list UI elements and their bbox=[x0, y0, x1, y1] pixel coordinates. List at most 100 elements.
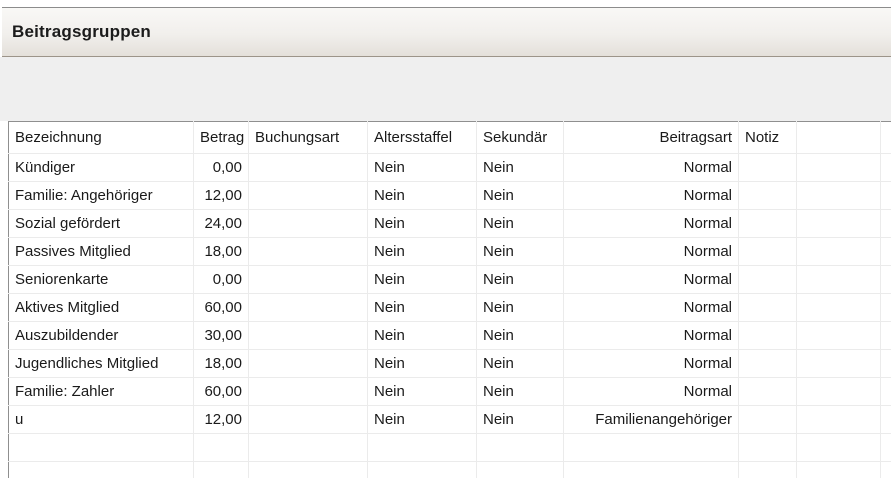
cell-buchungsart bbox=[249, 406, 368, 434]
cell-betrag: 18,00 bbox=[194, 350, 249, 378]
cell-betrag: 30,00 bbox=[194, 322, 249, 350]
cell-sekundaer: Nein bbox=[477, 406, 564, 434]
column-header-buchungsart[interactable]: Buchungsart bbox=[249, 122, 368, 154]
cell-bezeichnung: Sozial gefördert bbox=[9, 210, 194, 238]
table-row[interactable]: Familie: Angehöriger 12,00 Nein Nein Nor… bbox=[9, 182, 891, 210]
table-row[interactable]: Passives Mitglied 18,00 Nein Nein Normal bbox=[9, 238, 891, 266]
view-titlebar: Beitragsgruppen bbox=[2, 7, 891, 57]
cell-beitragsart: Normal bbox=[564, 238, 739, 266]
beitragsgruppen-table: Bezeichnung Betrag Buchungsart Alterssta… bbox=[8, 121, 891, 478]
cell-altersstaffel: Nein bbox=[368, 154, 477, 182]
cell-notiz bbox=[739, 322, 797, 350]
cell-empty bbox=[9, 434, 194, 462]
cell-empty bbox=[9, 462, 194, 478]
cell-notiz bbox=[739, 210, 797, 238]
cell-sekundaer: Nein bbox=[477, 154, 564, 182]
cell-filler bbox=[797, 266, 881, 294]
column-header-filler bbox=[797, 122, 881, 154]
cell-notiz bbox=[739, 238, 797, 266]
cell-empty bbox=[739, 434, 797, 462]
cell-altersstaffel: Nein bbox=[368, 406, 477, 434]
table-row[interactable]: Familie: Zahler 60,00 Nein Nein Normal bbox=[9, 378, 891, 406]
cell-empty bbox=[368, 434, 477, 462]
cell-sekundaer: Nein bbox=[477, 210, 564, 238]
table-row-empty[interactable] bbox=[9, 434, 891, 462]
cell-filler bbox=[797, 154, 881, 182]
page-title: Beitragsgruppen bbox=[2, 22, 151, 42]
table-row[interactable]: Auszubildender 30,00 Nein Nein Normal bbox=[9, 322, 891, 350]
cell-notiz bbox=[739, 406, 797, 434]
column-header-betrag[interactable]: Betrag bbox=[194, 122, 249, 154]
column-header-sekundaer[interactable]: Sekundär bbox=[477, 122, 564, 154]
cell-bezeichnung: Familie: Angehöriger bbox=[9, 182, 194, 210]
table-row[interactable]: Sozial gefördert 24,00 Nein Nein Normal bbox=[9, 210, 891, 238]
table-row[interactable]: Seniorenkarte 0,00 Nein Nein Normal bbox=[9, 266, 891, 294]
cell-beitragsart: Normal bbox=[564, 154, 739, 182]
cell-sekundaer: Nein bbox=[477, 294, 564, 322]
cell-filler-edge bbox=[881, 154, 891, 182]
table-header-row: Bezeichnung Betrag Buchungsart Alterssta… bbox=[9, 122, 891, 154]
cell-empty bbox=[564, 434, 739, 462]
cell-notiz bbox=[739, 154, 797, 182]
cell-altersstaffel: Nein bbox=[368, 266, 477, 294]
column-header-altersstaffel[interactable]: Altersstaffel bbox=[368, 122, 477, 154]
cell-sekundaer: Nein bbox=[477, 378, 564, 406]
column-header-filler-edge bbox=[881, 122, 891, 154]
cell-sekundaer: Nein bbox=[477, 350, 564, 378]
cell-bezeichnung: Jugendliches Mitglied bbox=[9, 350, 194, 378]
cell-buchungsart bbox=[249, 350, 368, 378]
cell-bezeichnung: u bbox=[9, 406, 194, 434]
cell-buchungsart bbox=[249, 238, 368, 266]
cell-beitragsart: Normal bbox=[564, 294, 739, 322]
column-header-bezeichnung[interactable]: Bezeichnung bbox=[9, 122, 194, 154]
cell-filler bbox=[797, 182, 881, 210]
cell-sekundaer: Nein bbox=[477, 322, 564, 350]
cell-betrag: 60,00 bbox=[194, 378, 249, 406]
cell-filler-edge bbox=[881, 406, 891, 434]
cell-filler-edge bbox=[881, 378, 891, 406]
cell-filler bbox=[797, 406, 881, 434]
cell-sekundaer: Nein bbox=[477, 182, 564, 210]
cell-altersstaffel: Nein bbox=[368, 238, 477, 266]
table-row[interactable]: u 12,00 Nein Nein Familienangehöriger bbox=[9, 406, 891, 434]
cell-altersstaffel: Nein bbox=[368, 210, 477, 238]
cell-filler-edge bbox=[881, 266, 891, 294]
cell-empty bbox=[477, 434, 564, 462]
cell-sekundaer: Nein bbox=[477, 238, 564, 266]
table-row[interactable]: Jugendliches Mitglied 18,00 Nein Nein No… bbox=[9, 350, 891, 378]
cell-notiz bbox=[739, 378, 797, 406]
cell-sekundaer: Nein bbox=[477, 266, 564, 294]
table-row-empty[interactable] bbox=[9, 462, 891, 478]
cell-empty bbox=[564, 462, 739, 478]
cell-buchungsart bbox=[249, 294, 368, 322]
cell-beitragsart: Normal bbox=[564, 182, 739, 210]
cell-filler-edge bbox=[881, 238, 891, 266]
column-header-notiz[interactable]: Notiz bbox=[739, 122, 797, 154]
cell-beitragsart: Normal bbox=[564, 210, 739, 238]
cell-filler-edge bbox=[881, 350, 891, 378]
cell-bezeichnung: Familie: Zahler bbox=[9, 378, 194, 406]
cell-beitragsart: Normal bbox=[564, 350, 739, 378]
cell-empty bbox=[249, 434, 368, 462]
cell-empty bbox=[368, 462, 477, 478]
beitragsgruppen-view: Beitragsgruppen Bezeichnung Betrag Buchu… bbox=[0, 0, 891, 478]
cell-notiz bbox=[739, 350, 797, 378]
column-header-beitragsart[interactable]: Beitragsart bbox=[564, 122, 739, 154]
cell-bezeichnung: Auszubildender bbox=[9, 322, 194, 350]
cell-betrag: 12,00 bbox=[194, 406, 249, 434]
cell-betrag: 18,00 bbox=[194, 238, 249, 266]
table-row[interactable]: Kündiger 0,00 Nein Nein Normal bbox=[9, 154, 891, 182]
cell-filler bbox=[797, 294, 881, 322]
cell-beitragsart: Normal bbox=[564, 378, 739, 406]
table-row[interactable]: Aktives Mitglied 60,00 Nein Nein Normal bbox=[9, 294, 891, 322]
cell-altersstaffel: Nein bbox=[368, 294, 477, 322]
cell-altersstaffel: Nein bbox=[368, 322, 477, 350]
toolbar-area bbox=[0, 57, 891, 121]
cell-bezeichnung: Seniorenkarte bbox=[9, 266, 194, 294]
cell-empty bbox=[477, 462, 564, 478]
cell-bezeichnung: Kündiger bbox=[9, 154, 194, 182]
cell-altersstaffel: Nein bbox=[368, 378, 477, 406]
cell-filler-edge bbox=[881, 294, 891, 322]
cell-buchungsart bbox=[249, 182, 368, 210]
cell-empty bbox=[739, 462, 797, 478]
